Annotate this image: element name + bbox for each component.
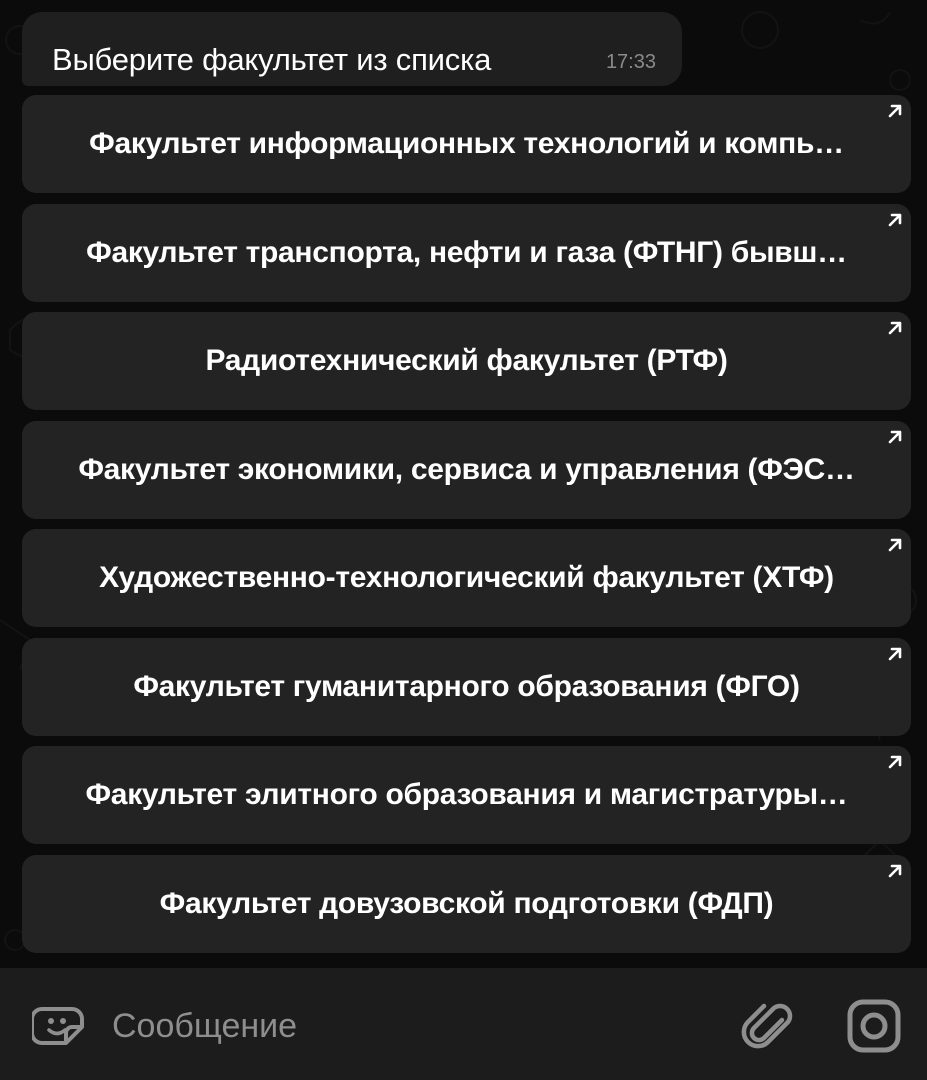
faculty-button[interactable]: Художественно-технологический факультет …	[22, 529, 911, 627]
message-text: Выберите факультет из списка	[52, 42, 492, 77]
faculty-button[interactable]: Факультет гуманитарного образования (ФГО…	[22, 638, 911, 736]
open-link-arrow-icon	[888, 213, 902, 227]
faculty-button[interactable]: Факультет элитного образования и магистр…	[22, 746, 911, 844]
faculty-button-label: Факультет транспорта, нефти и газа (ФТНГ…	[86, 236, 847, 269]
sticker-emoji-icon[interactable]	[32, 1001, 92, 1051]
open-link-arrow-icon	[888, 647, 902, 661]
faculty-button-label: Факультет информационных технологий и ко…	[89, 127, 844, 160]
open-link-arrow-icon	[888, 538, 902, 552]
open-link-arrow-icon	[888, 864, 902, 878]
open-link-arrow-icon	[888, 755, 902, 769]
message-composer	[0, 968, 927, 1080]
faculty-button-label: Факультет довузовской подготовки (ФДП)	[159, 887, 774, 920]
faculty-button-label: Радиотехнический факультет (РТФ)	[205, 344, 728, 377]
open-link-arrow-icon	[888, 430, 902, 444]
camera-icon[interactable]	[844, 996, 904, 1056]
faculty-button[interactable]: Радиотехнический факультет (РТФ)	[22, 312, 911, 410]
message-input[interactable]	[112, 998, 712, 1054]
faculty-button[interactable]: Факультет транспорта, нефти и газа (ФТНГ…	[22, 204, 911, 302]
open-link-arrow-icon	[888, 321, 902, 335]
paperclip-icon[interactable]	[738, 996, 794, 1052]
faculty-button-label: Художественно-технологический факультет …	[99, 561, 834, 594]
faculty-button[interactable]: Факультет экономики, сервиса и управлени…	[22, 421, 911, 519]
chat-area: Выберите факультет из списка 17:33 Факул…	[0, 0, 927, 968]
message-time: 17:33	[605, 51, 656, 73]
faculty-button-label: Факультет гуманитарного образования (ФГО…	[133, 670, 800, 703]
faculty-button[interactable]: Факультет довузовской подготовки (ФДП)	[22, 855, 911, 953]
open-link-arrow-icon	[888, 104, 902, 118]
faculty-button-label: Факультет элитного образования и магистр…	[85, 778, 848, 811]
bot-message-bubble: Выберите факультет из списка 17:33	[22, 12, 682, 86]
faculty-button[interactable]: Факультет информационных технологий и ко…	[22, 95, 911, 193]
faculty-button-label: Факультет экономики, сервиса и управлени…	[78, 453, 855, 486]
